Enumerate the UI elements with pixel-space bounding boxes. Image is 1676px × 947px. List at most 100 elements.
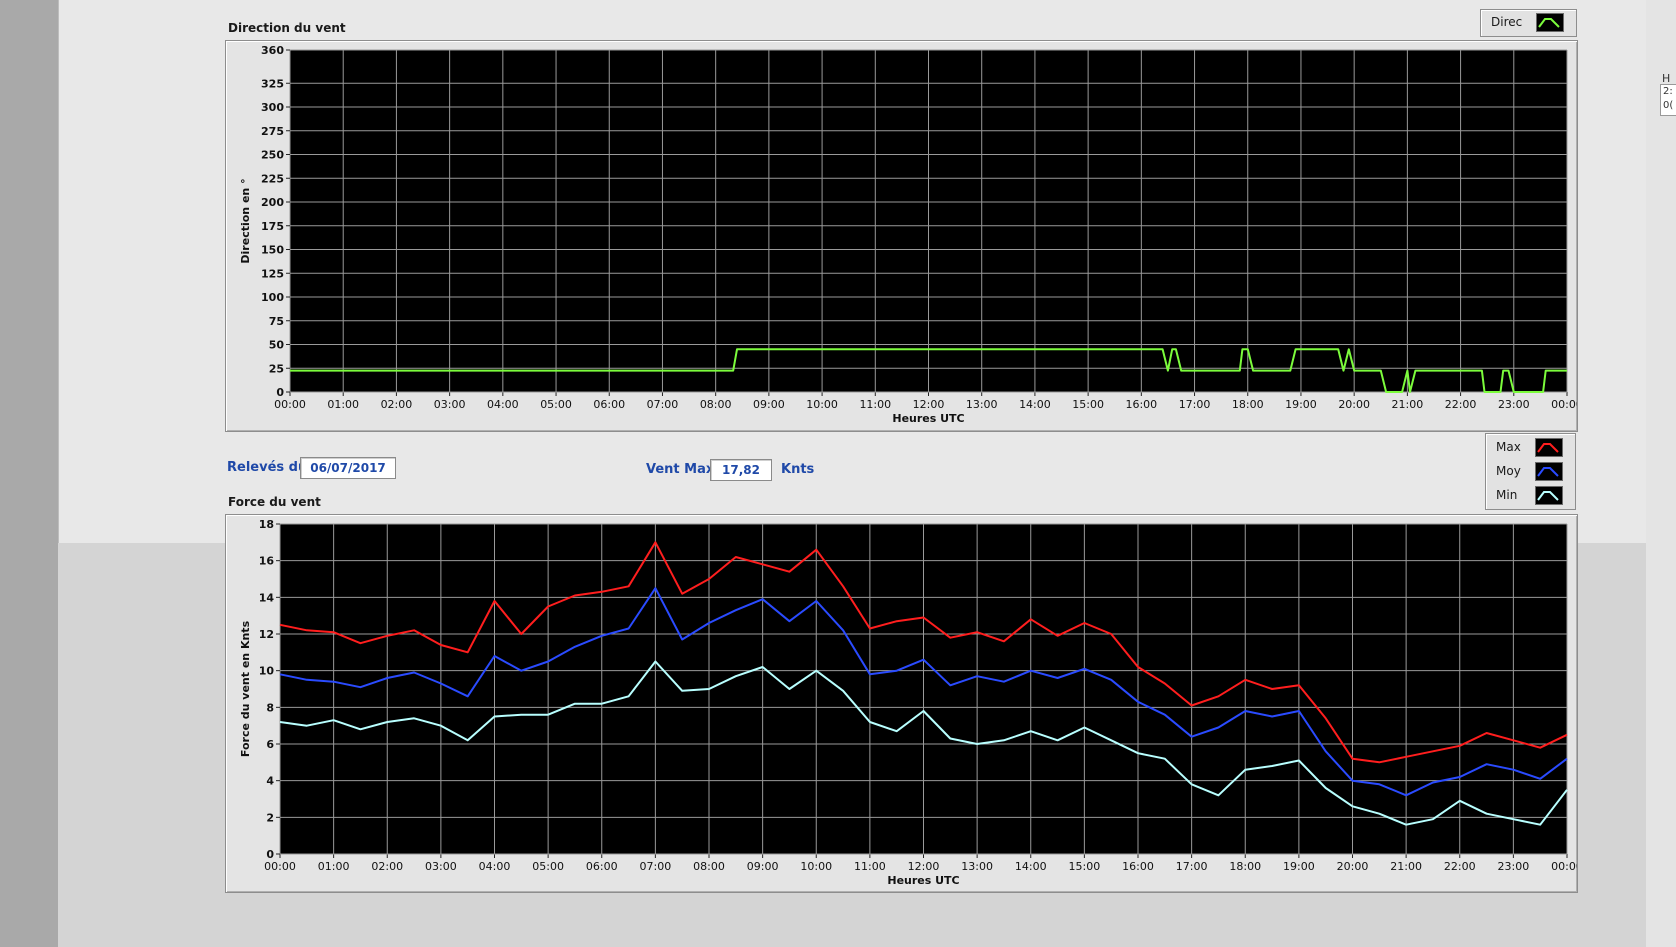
- x-tick-label: 15:00: [1072, 398, 1104, 411]
- force-legend[interactable]: Max Moy Min: [1485, 433, 1576, 510]
- y-tick-label: 6: [266, 738, 274, 751]
- legend-line-icon: [1537, 491, 1559, 501]
- x-tick-label: 04:00: [479, 860, 511, 873]
- side-strip-label-3: 0(: [1663, 100, 1674, 111]
- x-tick-label: 09:00: [747, 860, 779, 873]
- x-tick-label: 07:00: [640, 860, 672, 873]
- x-tick-label: 11:00: [854, 860, 886, 873]
- y-tick-label: 300: [261, 101, 284, 114]
- x-tick-label: 16:00: [1122, 860, 1154, 873]
- x-tick-label: 17:00: [1176, 860, 1208, 873]
- y-tick-label: 10: [259, 665, 275, 678]
- x-tick-label: 21:00: [1390, 860, 1422, 873]
- y-tick-label: 360: [261, 44, 284, 57]
- legend-item-max[interactable]: Max: [1486, 436, 1575, 458]
- legend-swatch-max: [1535, 438, 1563, 457]
- y-tick-label: 18: [259, 518, 274, 531]
- x-tick-label: 20:00: [1338, 398, 1370, 411]
- x-tick-label: 10:00: [806, 398, 838, 411]
- x-tick-label: 23:00: [1498, 860, 1530, 873]
- x-tick-label: 14:00: [1015, 860, 1047, 873]
- y-tick-label: 175: [261, 220, 284, 233]
- direction-chart: 00:00 01:00 02:00 03:00 04:00 05:00 06:00 07:00…: [239, 44, 1583, 425]
- x-tick-label: 08:00: [693, 860, 725, 873]
- x-tick-label: 12:00: [908, 860, 940, 873]
- side-strip: H 2: 0(: [1646, 0, 1676, 947]
- x-tick-label: 11:00: [859, 398, 891, 411]
- x-tick-label: 13:00: [961, 860, 993, 873]
- legend-item-direc[interactable]: Direc: [1481, 12, 1576, 34]
- x-axis-label: Heures UTC: [892, 412, 964, 425]
- y-tick-label: 250: [261, 149, 284, 162]
- x-tick-label: 17:00: [1179, 398, 1211, 411]
- x-tick-label: 05:00: [540, 398, 572, 411]
- x-tick-label: 05:00: [532, 860, 564, 873]
- x-tick-label: 13:00: [966, 398, 998, 411]
- side-strip-label-2: 2:: [1663, 86, 1673, 97]
- y-tick-label: 325: [261, 77, 284, 90]
- y-tick-label: 4: [266, 775, 274, 788]
- x-tick-label: 04:00: [487, 398, 519, 411]
- legend-swatch-moy: [1535, 462, 1563, 481]
- legend-label-min: Min: [1496, 488, 1518, 502]
- x-axis-label: Heures UTC: [887, 874, 959, 887]
- y-tick-label: 8: [266, 701, 274, 714]
- x-tick-label: 15:00: [1069, 860, 1101, 873]
- x-tick-label: 02:00: [371, 860, 403, 873]
- legend-line-icon: [1537, 467, 1559, 477]
- y-tick-label: 12: [259, 628, 274, 641]
- y-tick-label: 0: [276, 386, 284, 399]
- x-tick-label: 18:00: [1232, 398, 1264, 411]
- direction-chart-title: Direction du vent: [228, 21, 346, 35]
- y-tick-label: 100: [261, 291, 284, 304]
- y-tick-label: 0: [266, 848, 274, 861]
- x-tick-label: 12:00: [913, 398, 945, 411]
- legend-label-direc: Direc: [1491, 15, 1523, 29]
- x-tick-label: 14:00: [1019, 398, 1051, 411]
- legend-item-min[interactable]: Min: [1486, 484, 1575, 506]
- force-chart-title: Force du vent: [228, 495, 321, 509]
- legend-swatch-direc: [1536, 13, 1564, 32]
- x-tick-label: 01:00: [327, 398, 359, 411]
- y-axis-label: Direction en °: [239, 178, 252, 263]
- y-tick-label: 14: [259, 591, 275, 604]
- x-tick-label: 08:00: [700, 398, 732, 411]
- x-tick-label: 16:00: [1125, 398, 1157, 411]
- legend-item-moy[interactable]: Moy: [1486, 460, 1575, 482]
- x-tick-label: 20:00: [1337, 860, 1369, 873]
- x-tick-label: 18:00: [1229, 860, 1261, 873]
- x-tick-label: 19:00: [1285, 398, 1317, 411]
- y-tick-label: 25: [269, 362, 284, 375]
- legend-label-moy: Moy: [1496, 464, 1521, 478]
- force-chart-frame: 00:00 01:00 02:00 03:00 04:00 05:00 06:00 07:00…: [225, 514, 1583, 893]
- x-tick-label: 00:00: [274, 398, 306, 411]
- side-strip-box[interactable]: 2: 0(: [1660, 84, 1676, 116]
- vent-max-field[interactable]: 17,82: [710, 459, 772, 481]
- x-tick-label: 00:00: [264, 860, 296, 873]
- date-field[interactable]: 06/07/2017: [300, 457, 396, 479]
- vent-max-label: Vent Max: [646, 462, 715, 477]
- x-tick-label: 00:00: [1551, 398, 1577, 411]
- direction-legend[interactable]: Direc: [1480, 9, 1577, 37]
- x-tick-label: 06:00: [593, 398, 625, 411]
- unit-label: Knts: [781, 462, 815, 477]
- x-tick-label: 03:00: [425, 860, 457, 873]
- legend-label-max: Max: [1496, 440, 1521, 454]
- y-tick-label: 16: [259, 555, 275, 568]
- y-tick-label: 50: [269, 339, 285, 352]
- y-tick-label: 150: [261, 244, 284, 257]
- x-tick-label: 22:00: [1445, 398, 1477, 411]
- x-tick-label: 06:00: [586, 860, 618, 873]
- x-tick-label: 23:00: [1498, 398, 1530, 411]
- x-tick-label: 09:00: [753, 398, 785, 411]
- x-tick-label: 03:00: [434, 398, 466, 411]
- x-tick-label: 19:00: [1283, 860, 1315, 873]
- legend-line-icon: [1538, 18, 1560, 28]
- x-tick-label: 00:00: [1551, 860, 1577, 873]
- x-tick-label: 07:00: [647, 398, 679, 411]
- y-axis-label: Force du vent en Knts: [239, 620, 252, 757]
- y-tick-label: 275: [261, 125, 284, 138]
- legend-swatch-min: [1535, 486, 1563, 505]
- y-tick-label: 75: [269, 315, 284, 328]
- x-tick-label: 10:00: [800, 860, 832, 873]
